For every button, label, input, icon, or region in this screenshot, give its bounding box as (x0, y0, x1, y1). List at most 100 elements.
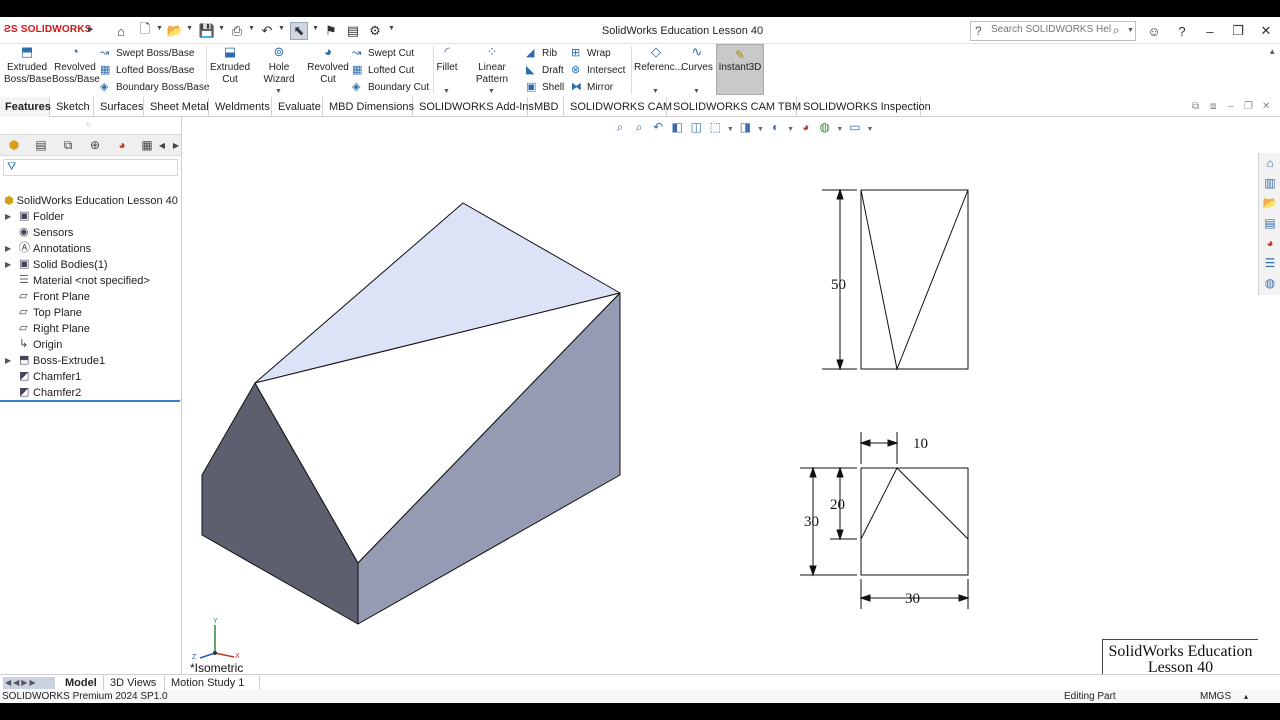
intersect-button[interactable]: ⊗ Intersect (571, 63, 625, 78)
print-icon[interactable]: ⎙ (228, 22, 246, 40)
undo-icon[interactable]: ↶ (258, 22, 276, 40)
close-icon[interactable]: ✕ (1256, 21, 1276, 41)
rollback-bar[interactable] (0, 400, 180, 402)
expand-arrow-icon[interactable]: ▶ (5, 241, 11, 257)
tree-root-part[interactable]: ⬢ SolidWorks Education Lesson 40 (De (4, 193, 180, 209)
chevron-down-icon[interactable]: ▼ (186, 25, 193, 32)
graphics-area[interactable]: ⌕ ⌕ ↶ ◧ ◫ ⬚ ▼ ◨ ▼ ◐ ▼ ◕ ◍ ▼ ▭ ▼ 50 10 20… (182, 117, 1258, 680)
home-icon[interactable]: ⌂ (1262, 155, 1278, 171)
extruded-cut-button[interactable]: ⬓ Extruded Cut (208, 45, 252, 86)
gear-icon[interactable]: ⚙ (366, 22, 384, 40)
reference-geometry-button[interactable]: ◇ Referenc... ▼ (634, 45, 683, 95)
mirror-button[interactable]: ⧓ Mirror (571, 80, 613, 95)
tab-motion-study-1[interactable]: Motion Study 1 (166, 675, 260, 691)
tab-navigation-arrows[interactable]: ◀◀▶▶ (3, 677, 55, 689)
open-icon[interactable]: 📂 (166, 22, 184, 40)
property-manager-tab-icon[interactable]: ▤ (31, 137, 51, 154)
minimize-icon[interactable]: – (1200, 21, 1220, 41)
tree-item-front-plane[interactable]: ▱ Front Plane (0, 289, 180, 305)
tab-weldments[interactable]: Weldments (210, 97, 272, 117)
tree-item-boss-extrude1[interactable]: ▶ ⬒ Boss-Extrude1 (0, 353, 180, 369)
rib-button[interactable]: ◢ Rib (526, 46, 557, 61)
draft-button[interactable]: ◣ Draft (526, 63, 564, 78)
fillet-button[interactable]: ◜ Fillet ▼ (435, 45, 459, 95)
dimxpert-tab-icon[interactable]: ⊕ (85, 137, 105, 154)
boundary-boss-button[interactable]: ◈ Boundary Boss/Base (100, 80, 209, 95)
dimension-front-inner-height[interactable]: 20 (830, 497, 845, 513)
tile-icon[interactable]: ⧉ (1192, 101, 1199, 112)
file-explorer-icon[interactable]: ▤ (1262, 215, 1278, 231)
wrap-button[interactable]: ⊞ Wrap (571, 46, 611, 61)
tab-3d-views[interactable]: 3D Views (105, 675, 165, 691)
chevron-down-icon[interactable]: ▼ (312, 25, 319, 32)
revolved-cut-button[interactable]: ◕ Revolved Cut (306, 45, 350, 86)
tab-sketch[interactable]: Sketch (51, 97, 94, 117)
instant3d-button[interactable]: ✎ Instant3D (716, 44, 764, 95)
chevron-down-icon[interactable]: ▼ (1127, 27, 1134, 34)
tree-item-annotations[interactable]: ▶ Ⓐ Annotations (0, 241, 180, 257)
file-properties-icon[interactable]: ▤ (344, 22, 362, 40)
ribbon-collapse-icon[interactable]: ▴ (1270, 46, 1275, 57)
tab-solidworks-add-ins[interactable]: SOLIDWORKS Add-Ins (414, 97, 534, 117)
panel-grip-icon[interactable]: ○ (86, 120, 91, 129)
tree-item-origin[interactable]: ↳ Origin (0, 337, 180, 353)
status-units[interactable]: MMGS (1200, 690, 1231, 703)
expand-arrow-icon[interactable]: ▶ (5, 257, 11, 273)
solidworks-logo[interactable]: ƧS SOLIDWORKS (4, 24, 92, 35)
help-search-box[interactable]: ? ⌕ ▼ (970, 21, 1136, 41)
restore-icon[interactable]: ❐ (1228, 21, 1248, 41)
help-search-input[interactable] (991, 24, 1111, 35)
shell-button[interactable]: ▣ Shell (526, 80, 564, 95)
tab-mbd[interactable]: MBD (529, 97, 564, 117)
tree-item-right-plane[interactable]: ▱ Right Plane (0, 321, 180, 337)
extruded-boss-button[interactable]: ⬒ Extruded Boss/Base (4, 45, 52, 86)
revolved-boss-button[interactable]: ◔ Revolved Boss/Base (52, 45, 100, 86)
dimension-front-width[interactable]: 10 (913, 436, 928, 452)
tree-item-solid-bodies[interactable]: ▶ ▣ Solid Bodies(1) (0, 257, 180, 273)
tab-model[interactable]: Model (60, 675, 104, 691)
chevron-down-icon[interactable]: ▼ (248, 25, 255, 32)
tree-item-folder[interactable]: ▶ ▣ Folder (0, 209, 180, 225)
solidworks-forum-icon[interactable]: ◍ (1262, 275, 1278, 291)
tab-mbd-dimensions[interactable]: MBD Dimensions (324, 97, 414, 117)
boundary-cut-button[interactable]: ◈ Boundary Cut (352, 80, 429, 95)
design-library-icon[interactable]: 📂 (1262, 195, 1278, 211)
chevron-down-icon[interactable]: ▼ (278, 25, 285, 32)
appearances-icon[interactable]: ◕ (1262, 235, 1278, 251)
units-menu-icon[interactable]: ▴ (1244, 690, 1248, 703)
document-close-icon[interactable]: ✕ (1262, 101, 1270, 112)
home-icon[interactable]: ⌂ (112, 22, 130, 40)
lofted-cut-button[interactable]: ▦ Lofted Cut (352, 63, 414, 78)
tab-solidworks-inspection[interactable]: SOLIDWORKS Inspection (798, 97, 931, 117)
hole-wizard-button[interactable]: ⊚ Hole Wizard ▼ (253, 45, 305, 95)
tab-evaluate[interactable]: Evaluate (273, 97, 323, 117)
resources-icon[interactable]: ▥ (1262, 175, 1278, 191)
new-document-icon[interactable]: 🗋 (136, 21, 154, 40)
search-icon[interactable]: ⌕ (1113, 23, 1120, 38)
tree-item-chamfer2[interactable]: ◩ Chamfer2 (0, 385, 180, 401)
tree-filter[interactable]: ⛛ (3, 159, 178, 176)
feature-manager-tab-icon[interactable]: ⬢ (4, 137, 24, 154)
tab-solidworks-cam[interactable]: SOLIDWORKS CAM (565, 97, 672, 117)
configuration-manager-tab-icon[interactable]: ⧉ (58, 137, 78, 154)
document-maximize-icon[interactable]: ❐ (1244, 101, 1253, 112)
swept-cut-button[interactable]: ↝ Swept Cut (352, 46, 414, 61)
chevron-down-icon[interactable]: ▼ (156, 25, 163, 32)
tab-sheet-metal[interactable]: Sheet Metal (145, 97, 209, 117)
linear-pattern-button[interactable]: ⁘ Linear Pattern ▼ (462, 45, 522, 95)
dimension-top-height[interactable]: 50 (831, 277, 846, 293)
tab-surfaces[interactable]: Surfaces (95, 97, 144, 117)
swept-boss-button[interactable]: ↝ Swept Boss/Base (100, 46, 194, 61)
user-icon[interactable]: ☺ (1144, 21, 1164, 41)
help-icon[interactable]: ? (1172, 21, 1192, 41)
lofted-boss-button[interactable]: ▦ Lofted Boss/Base (100, 63, 194, 78)
tree-item-chamfer1[interactable]: ◩ Chamfer1 (0, 369, 180, 385)
tree-item-top-plane[interactable]: ▱ Top Plane (0, 305, 180, 321)
chevron-down-icon[interactable]: ▼ (388, 25, 395, 32)
select-cursor-icon[interactable]: ⬉ (290, 22, 308, 40)
dimension-front-bottom-width[interactable]: 30 (905, 591, 920, 607)
tree-item-material[interactable]: ☰ Material <not specified> (0, 273, 180, 289)
expand-arrow-icon[interactable]: ▶ (5, 209, 11, 225)
tab-solidworks-cam-tbm[interactable]: SOLIDWORKS CAM TBM (668, 97, 801, 117)
rebuild-icon[interactable]: ⚑ (322, 22, 340, 40)
